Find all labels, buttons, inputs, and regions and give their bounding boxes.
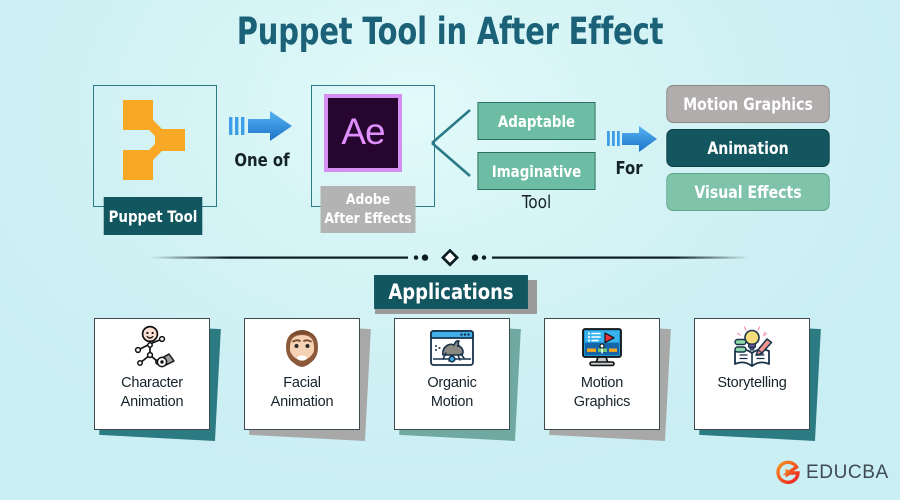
blue-right-arrow-icon-one-of <box>229 111 292 141</box>
applications-banner: Applications <box>374 275 528 309</box>
card-front: Motion Graphics <box>544 318 660 430</box>
connector-label-one-of: One of <box>234 150 290 171</box>
after-effects-label-line1: Adobe <box>345 191 391 208</box>
use-case-pill-visual-effects: Visual Effects <box>666 173 830 211</box>
bearded-face-icon <box>286 330 318 367</box>
card-label-line1: Organic <box>427 375 477 391</box>
page-title: Puppet Tool in After Effect <box>236 10 664 53</box>
card-label: Facial Animation <box>271 374 334 413</box>
after-effects-label-line2: After Effects <box>324 210 412 227</box>
after-effects-label: Adobe After Effects <box>320 186 416 233</box>
infographic-canvas: Puppet Tool in After Effect Puppet Tool … <box>0 0 900 500</box>
card-front: Organic Motion <box>394 318 510 430</box>
card-label-line1: Storytelling <box>717 375 787 391</box>
puppet-tool-mesh-icon <box>123 100 185 180</box>
stick-figure-puppet-icon <box>134 325 175 368</box>
section-divider <box>150 248 750 267</box>
attribute-box-adaptable: Adaptable <box>477 102 596 140</box>
application-card-storytelling[interactable]: Storytelling <box>688 318 828 448</box>
card-label-line1: Facial <box>283 375 321 391</box>
card-label: Motion Graphics <box>573 374 631 413</box>
connector-label-for: For <box>615 158 643 179</box>
blue-right-arrow-icon-for <box>607 126 657 152</box>
application-card-motion-graphics[interactable]: Motion Graphics <box>538 318 678 448</box>
card-front: Storytelling <box>694 318 810 430</box>
card-front: Character Animation <box>94 318 210 430</box>
application-card-facial-animation[interactable]: Facial Animation <box>238 318 378 448</box>
card-label-line2: Graphics <box>573 394 631 411</box>
card-label-line2: Animation <box>120 394 184 411</box>
card-front: Facial Animation <box>244 318 360 430</box>
card-label: Storytelling <box>717 374 787 393</box>
application-card-organic-motion[interactable]: Organic Motion <box>388 318 528 448</box>
card-label: Organic Motion <box>427 374 477 413</box>
monitor-timeline-icon <box>582 328 622 367</box>
educba-swoosh-play-icon <box>776 460 800 484</box>
card-label-line2: Motion <box>430 394 474 411</box>
use-case-pill-animation: Animation <box>666 129 830 167</box>
book-lightbulb-pencil-icon <box>734 326 773 367</box>
card-label-line2: Animation <box>270 394 334 411</box>
educba-wordmark: EDUCBA <box>806 462 889 483</box>
card-label-line1: Motion <box>580 375 624 391</box>
card-label: Character Animation <box>121 374 184 413</box>
use-case-pill-motion-graphics: Motion Graphics <box>666 85 830 123</box>
puppet-tool-label: Puppet Tool <box>103 197 203 235</box>
attributes-caption: Tool <box>521 192 552 213</box>
rabbit-in-browser-window-icon <box>430 330 474 366</box>
educba-logo: EDUCBA <box>775 458 889 488</box>
adobe-after-effects-logo-icon: Ae <box>324 94 402 172</box>
fork-connector <box>431 109 471 177</box>
card-label-line1: Character <box>121 375 183 391</box>
attribute-box-imaginative: Imaginative <box>477 152 596 190</box>
application-card-character-animation[interactable]: Character Animation <box>88 318 228 448</box>
